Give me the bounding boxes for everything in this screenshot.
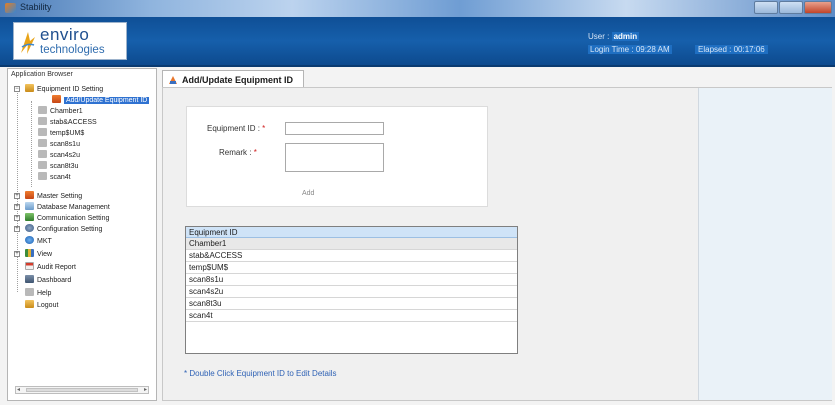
login-info: Login Time : 09:28 AM	[588, 45, 672, 54]
remark-label: Remark : *	[219, 148, 257, 157]
user-label: User :	[588, 32, 610, 41]
tab-label: Add/Update Equipment ID	[182, 75, 293, 85]
logo-word-enviro: enviro	[40, 25, 90, 44]
sidebar-item-database-management[interactable]: Database Management	[25, 202, 110, 213]
table-row[interactable]: scan8t3u	[186, 298, 517, 310]
tree-line	[17, 89, 18, 292]
sidebar-item-configuration-setting[interactable]: Configuration Setting	[25, 224, 102, 235]
expand-database-management[interactable]: +	[14, 204, 20, 210]
scrollbar-thumb[interactable]	[26, 388, 138, 392]
login-label: Login Time :	[590, 45, 634, 54]
sidebar-item-view[interactable]: View	[25, 249, 52, 260]
equipment-id-label: Equipment ID : *	[207, 124, 266, 133]
equipment-icon	[38, 150, 47, 158]
equipment-grid: Equipment ID Chamber1 stab&ACCESS temp$U…	[185, 226, 518, 354]
add-button[interactable]: Add	[302, 190, 314, 197]
sidebar-item-mkt[interactable]: MKT	[25, 236, 52, 247]
sidebar-item-stab-access[interactable]: stab&ACCESS	[38, 117, 97, 128]
main-content: Equipment ID : * Remark : * Add Equipmen…	[162, 87, 832, 401]
equipment-icon	[38, 139, 47, 147]
application-browser: Application Browser − + + + + + Equipmen…	[7, 68, 157, 401]
equipment-icon	[38, 128, 47, 136]
sidebar-item-logout[interactable]: Logout	[25, 300, 58, 311]
expand-configuration-setting[interactable]: +	[14, 226, 20, 232]
communication-icon	[25, 213, 34, 221]
sidebar-item-equipment-id-setting[interactable]: Equipment ID Setting	[25, 84, 103, 95]
collapse-equipment-setting[interactable]: −	[14, 86, 20, 92]
mkt-icon	[25, 236, 34, 244]
add-equipment-icon	[169, 76, 177, 84]
sidebar-item-help[interactable]: Help	[25, 288, 51, 299]
equipment-icon	[38, 172, 47, 180]
elapsed-value: 00:17:06	[733, 45, 765, 54]
sidebar-item-communication-setting[interactable]: Communication Setting	[25, 213, 109, 224]
view-icon	[25, 249, 34, 257]
app-window: Stability enviro technologies User : adm…	[0, 0, 835, 405]
grid-header-equipment-id[interactable]: Equipment ID	[186, 227, 517, 238]
sidebar-horizontal-scrollbar[interactable]: ◂ ▸	[15, 386, 149, 394]
master-icon	[25, 191, 34, 199]
expand-master-setting[interactable]: +	[14, 193, 20, 199]
table-row[interactable]: scan4s2u	[186, 286, 517, 298]
sidebar-item-scan8s1u[interactable]: scan8s1u	[38, 139, 80, 150]
sidebar-item-dashboard[interactable]: Dashboard	[25, 275, 71, 286]
expand-view[interactable]: +	[14, 251, 20, 257]
equipment-icon	[38, 117, 47, 125]
sidebar-item-master-setting[interactable]: Master Setting	[25, 191, 82, 202]
close-button[interactable]	[804, 1, 832, 14]
remark-input[interactable]	[285, 143, 384, 172]
edit-hint: * Double Click Equipment ID to Edit Deta…	[184, 369, 337, 378]
dashboard-icon	[25, 275, 34, 283]
enviro-logo-icon	[21, 32, 35, 54]
company-logo: enviro technologies	[13, 22, 127, 60]
minimize-button[interactable]	[754, 1, 778, 14]
help-icon	[25, 288, 34, 296]
title-bar: Stability	[0, 0, 835, 17]
required-mark: *	[262, 124, 266, 133]
required-mark: *	[253, 148, 257, 157]
tab-add-update-equipment-id[interactable]: Add/Update Equipment ID	[162, 70, 304, 88]
configuration-icon	[25, 224, 34, 232]
equipment-folder-icon	[25, 84, 34, 92]
sidebar-item-scan4t[interactable]: scan4t	[38, 172, 71, 183]
tree-line	[31, 101, 32, 187]
logo-word-technologies: technologies	[40, 44, 105, 56]
equipment-icon	[38, 161, 47, 169]
table-row[interactable]: Chamber1	[186, 238, 517, 250]
maximize-button[interactable]	[779, 1, 803, 14]
table-row[interactable]: scan8s1u	[186, 274, 517, 286]
user-info: User : admin	[588, 32, 640, 41]
sidebar-item-audit-report[interactable]: Audit Report	[25, 262, 76, 273]
user-value: admin	[611, 32, 640, 41]
scroll-right-icon[interactable]: ▸	[144, 386, 147, 393]
elapsed-label: Elapsed :	[698, 45, 732, 54]
sidebar-item-add-update-equipment-id[interactable]: Add/Update Equipment ID	[52, 95, 150, 106]
table-row[interactable]: temp$UM$	[186, 262, 517, 274]
equipment-form: Equipment ID : * Remark : * Add	[186, 106, 488, 207]
database-icon	[25, 202, 34, 210]
sidebar-item-scan4s2u[interactable]: scan4s2u	[38, 150, 80, 161]
application-browser-title: Application Browser	[11, 71, 73, 78]
app-header: enviro technologies User : admin Login T…	[0, 17, 835, 67]
scroll-left-icon[interactable]: ◂	[17, 386, 20, 393]
expand-communication-setting[interactable]: +	[14, 215, 20, 221]
sidebar-item-temp-ums[interactable]: temp$UM$	[38, 128, 84, 139]
sidebar-item-scan8t3u[interactable]: scan8t3u	[38, 161, 78, 172]
sidebar-item-chamber1[interactable]: Chamber1	[38, 106, 83, 117]
right-panel	[698, 88, 832, 400]
table-row[interactable]: scan4t	[186, 310, 517, 322]
equipment-id-input[interactable]	[285, 122, 384, 135]
login-value: 09:28 AM	[635, 45, 670, 54]
add-icon	[52, 95, 61, 103]
logout-icon	[25, 300, 34, 308]
window-title: Stability	[20, 2, 52, 12]
equipment-icon	[38, 106, 47, 114]
app-icon	[5, 3, 16, 13]
table-row[interactable]: stab&ACCESS	[186, 250, 517, 262]
elapsed-info: Elapsed : 00:17:06	[695, 45, 768, 54]
report-icon	[25, 262, 34, 270]
